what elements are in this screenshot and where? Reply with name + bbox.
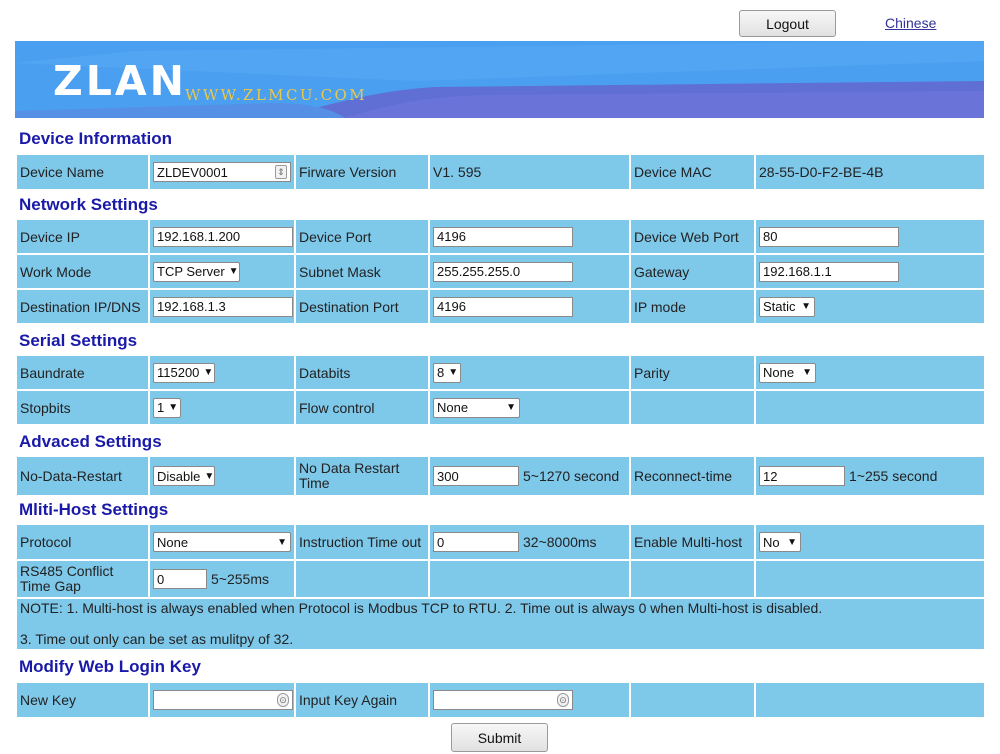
logout-button[interactable]: Logout (739, 10, 836, 37)
device-mac-value: 28-55-D0-F2-BE-4B (756, 155, 984, 189)
protocol-label: Protocol (17, 525, 148, 559)
chevron-down-icon: ▼ (506, 402, 516, 413)
chevron-down-icon: ▼ (801, 301, 811, 312)
serial-settings-table: Baundrate 115200 ▼ Databits 8 ▼ Parity Non… (15, 354, 986, 426)
chevron-down-icon: ▼ (277, 536, 287, 548)
databits-label: Databits (296, 356, 428, 389)
destination-port-label: Destination Port (296, 290, 428, 323)
instruction-timeout-label: Instruction Time out (296, 525, 428, 559)
enable-multihost-label: Enable Multi-host (631, 525, 754, 559)
language-link[interactable]: Chinese (885, 15, 936, 31)
device-web-port-input[interactable] (759, 226, 899, 247)
reconnect-time-input[interactable] (759, 466, 845, 486)
brand-banner: ZLAN WWW.ZLMCU.COM (15, 41, 984, 118)
chevron-down-icon: ▼ (204, 470, 215, 482)
chevron-down-icon: ▼ (203, 367, 214, 378)
autofill-icon: ⇕ (275, 165, 287, 179)
gap-range: 5~255ms (211, 571, 269, 587)
device-port-input[interactable] (433, 226, 573, 247)
website-text: WWW.ZLMCU.COM (185, 86, 367, 104)
subnet-mask-label: Subnet Mask (296, 255, 428, 288)
stopbits-label: Stopbits (17, 391, 148, 424)
conflict-time-gap-label: RS485 Conflict Time Gap (17, 561, 148, 597)
databits-select[interactable]: 8 ▼ (433, 362, 461, 383)
instruction-timeout-input[interactable] (433, 532, 519, 552)
baudrate-label: Baundrate (17, 356, 148, 389)
no-data-restart-select[interactable]: Disable ▼ (153, 466, 215, 486)
multihost-settings-table: Protocol None▼ Instruction Time out 32~8… (15, 523, 986, 651)
submit-button[interactable]: Submit (451, 723, 548, 752)
device-web-port-label: Device Web Port (631, 220, 754, 253)
reconnect-time-range: 1~255 second (849, 468, 938, 484)
section-title-advanced: Advaced Settings (19, 432, 162, 451)
section-title-serial: Serial Settings (19, 331, 138, 350)
no-data-restart-time-input[interactable] (433, 466, 519, 486)
enable-multihost-select[interactable]: No ▼ (759, 532, 801, 552)
login-key-table: New Key ⊙ Input Key Again ⊙ (15, 681, 986, 719)
firmware-version-label: Firware Version (296, 155, 428, 189)
flow-control-select[interactable]: None ▼ (433, 397, 520, 418)
input-key-again-label: Input Key Again (296, 683, 428, 717)
note-line-1: NOTE: 1. Multi-host is always enabled wh… (20, 600, 823, 616)
section-title-network: Network Settings (19, 195, 158, 214)
device-port-label: Device Port (296, 220, 428, 253)
subnet-mask-input[interactable] (433, 261, 573, 282)
brand-logo: ZLAN (53, 57, 187, 105)
input-key-again-input[interactable] (433, 690, 573, 710)
multihost-note: NOTE: 1. Multi-host is always enabled wh… (17, 599, 984, 649)
device-name-label: Device Name (17, 155, 148, 189)
work-mode-label: Work Mode (17, 255, 148, 288)
firmware-version-value: V1. 595 (430, 155, 629, 189)
device-ip-input[interactable] (153, 226, 293, 247)
note-line-2: 3. Time out only can be set as mulitpy o… (20, 631, 294, 647)
new-key-input[interactable] (153, 690, 293, 710)
destination-ip-input[interactable] (153, 296, 293, 317)
section-title-multihost: Mliti-Host Settings (19, 500, 169, 519)
work-mode-select[interactable]: TCP Server ▼ (153, 261, 240, 282)
chevron-down-icon: ▼ (228, 266, 239, 277)
destination-ip-label: Destination IP/DNS (17, 290, 148, 323)
gateway-label: Gateway (631, 255, 754, 288)
section-title-login-key: Modify Web Login Key (19, 657, 201, 676)
stopbits-select[interactable]: 1 ▼ (153, 397, 181, 418)
new-key-label: New Key (17, 683, 148, 717)
network-settings-table: Device IP Device Port Device Web Port Wo… (15, 218, 986, 325)
reconnect-time-label: Reconnect-time (631, 457, 754, 495)
ip-mode-label: IP mode (631, 290, 754, 323)
device-info-table: Device Name ⇕ Firware Version V1. 595 De… (15, 153, 986, 191)
flow-control-label: Flow control (296, 391, 428, 424)
parity-select[interactable]: None ▼ (759, 362, 816, 383)
key-icon: ⊙ (557, 693, 569, 707)
no-data-restart-label: No-Data-Restart (17, 457, 148, 495)
ip-mode-select[interactable]: Static ▼ (759, 296, 815, 317)
device-ip-label: Device IP (17, 220, 148, 253)
baudrate-select[interactable]: 115200 ▼ (153, 362, 215, 383)
key-icon: ⊙ (277, 693, 289, 707)
timeout-range: 32~8000ms (523, 534, 597, 550)
restart-time-range: 5~1270 second (523, 468, 620, 484)
chevron-down-icon: ▼ (448, 367, 459, 378)
chevron-down-icon: ▼ (168, 402, 179, 413)
gateway-input[interactable] (759, 261, 899, 282)
chevron-down-icon: ▼ (787, 536, 797, 548)
no-data-restart-time-label: No Data Restart Time (296, 457, 428, 495)
section-title-device-info: Device Information (19, 129, 173, 148)
device-name-input[interactable] (153, 162, 291, 182)
conflict-time-gap-input[interactable] (153, 569, 207, 589)
device-mac-label: Device MAC (631, 155, 754, 189)
destination-port-input[interactable] (433, 296, 573, 317)
protocol-select[interactable]: None ▼ (153, 532, 291, 552)
chevron-down-icon: ▼ (802, 367, 812, 378)
top-bar: Logout Chinese (0, 0, 1000, 40)
parity-label: Parity (631, 356, 754, 389)
advanced-settings-table: No-Data-Restart Disable ▼ No Data Restart… (15, 455, 986, 497)
